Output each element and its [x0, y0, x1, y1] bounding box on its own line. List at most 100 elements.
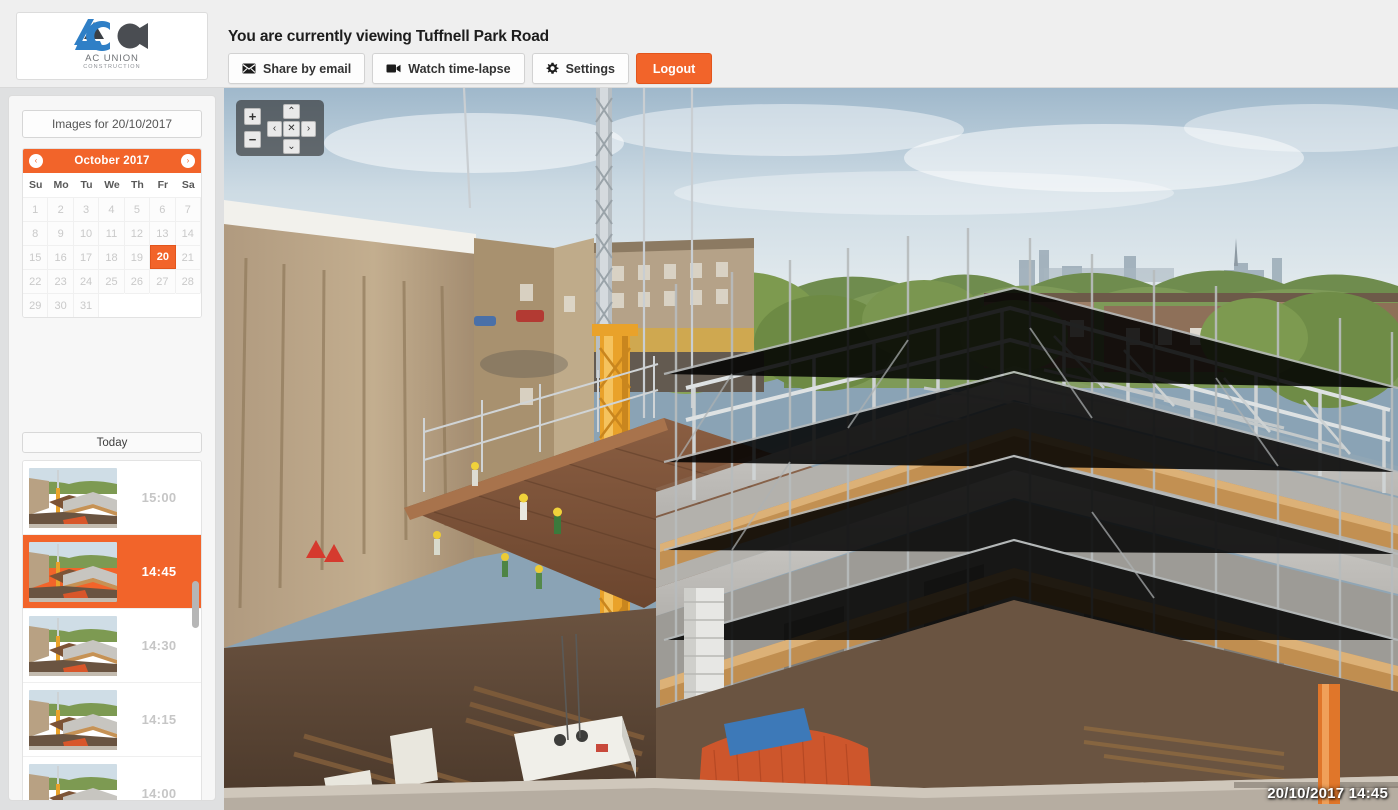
calendar-empty-cell [175, 293, 201, 317]
calendar-dow-fr: Fr [157, 179, 169, 191]
calendar-prev-month-button[interactable]: ‹ [29, 154, 43, 168]
thumbnail-time-label: 14:45 [141, 564, 177, 579]
logo-box: AC UNION CONSTRUCTION [16, 12, 208, 80]
calendar-empty-cell [99, 293, 125, 317]
today-button[interactable]: Today [22, 432, 202, 453]
calendar-day-16[interactable]: 16 [48, 245, 74, 269]
calendar-day-7[interactable]: 7 [175, 197, 201, 221]
calendar-day-17[interactable]: 17 [73, 245, 100, 269]
thumbnail-time-label: 14:00 [141, 786, 177, 801]
thumbnail-list[interactable]: 15:00 14:45 14:30 14:15 14:00 [22, 460, 202, 801]
calendar-day-6[interactable]: 6 [150, 197, 176, 221]
thumbnail-item[interactable]: 14:15 [23, 683, 201, 757]
pan-right-button[interactable]: › [301, 121, 316, 137]
calendar-day-24[interactable]: 24 [73, 269, 100, 293]
calendar-day-10[interactable]: 10 [73, 221, 100, 245]
calendar-next-month-button[interactable]: › [181, 154, 195, 168]
share-by-email-button[interactable]: Share by email [228, 53, 366, 84]
gear-icon [546, 62, 559, 75]
pan-zoom-control[interactable]: + − ⌃ ‹ ✕ › ⌄ [236, 100, 324, 156]
calendar-month-title: October 2017 [74, 155, 150, 167]
app-root: AC UNION CONSTRUCTION You are currently … [0, 0, 1398, 810]
thumbnail-time-label: 14:15 [141, 712, 177, 727]
calendar-day-5[interactable]: 5 [124, 197, 151, 221]
calendar-day-30[interactable]: 30 [48, 293, 74, 317]
calendar-day-19[interactable]: 19 [124, 245, 151, 269]
calendar-day-26[interactable]: 26 [124, 269, 151, 293]
calendar-day-11[interactable]: 11 [99, 221, 125, 245]
pan-left-button[interactable]: ‹ [267, 121, 282, 137]
settings-button[interactable]: Settings [531, 53, 629, 84]
thumbnail-preview-image [29, 615, 117, 676]
pan-reset-button[interactable]: ✕ [283, 121, 300, 137]
calendar-dow-sa: Sa [181, 179, 195, 191]
calendar-dow-th: Th [131, 179, 144, 191]
image-timestamp-overlay: 20/10/2017 14:45 [1267, 785, 1388, 802]
calendar-day-31[interactable]: 31 [73, 293, 100, 317]
calendar-day-headers: Su Mo Tu We Th Fr Sa [23, 173, 201, 197]
pan-down-button[interactable]: ⌄ [283, 139, 300, 154]
calendar-dow-tu: Tu [80, 179, 93, 191]
calendar-dow-we: We [104, 179, 120, 191]
calendar-day-3[interactable]: 3 [73, 197, 100, 221]
zoom-out-button[interactable]: − [244, 131, 261, 148]
watch-time-lapse-button[interactable]: Watch time-lapse [372, 53, 525, 84]
app-header: AC UNION CONSTRUCTION You are currently … [0, 0, 1398, 88]
watch-time-lapse-label: Watch time-lapse [408, 61, 511, 76]
calendar-day-4[interactable]: 4 [99, 197, 125, 221]
calendar-day-2[interactable]: 2 [48, 197, 74, 221]
calendar-widget: ‹ October 2017 › Su Mo Tu We Th Fr Sa 12345678… [22, 148, 202, 318]
calendar-day-28[interactable]: 28 [175, 269, 201, 293]
logout-label: Logout [652, 61, 696, 76]
calendar-day-15[interactable]: 15 [23, 245, 49, 269]
thumbnail-preview-image [29, 689, 117, 750]
calendar-day-25[interactable]: 25 [99, 269, 125, 293]
calendar-day-18[interactable]: 18 [99, 245, 125, 269]
thumbnail-preview-image [29, 541, 117, 602]
calendar-day-9[interactable]: 9 [48, 221, 74, 245]
thumbnail-item[interactable]: 14:00 [23, 757, 201, 801]
header-toolbar: Share by email Watch time-lapse Settings… [228, 53, 713, 84]
thumbnail-preview-image [29, 763, 117, 800]
video-camera-icon [386, 63, 401, 74]
page-title: You are currently viewing Tuffnell Park … [228, 28, 549, 45]
calendar-empty-cell [150, 293, 176, 317]
logout-button[interactable]: Logout [635, 53, 713, 84]
thumbnail-item[interactable]: 14:30 [23, 609, 201, 683]
thumbnail-time-label: 14:30 [141, 638, 177, 653]
images-for-date-label: Images for 20/10/2017 [22, 110, 202, 138]
calendar-dow-mo: Mo [53, 179, 69, 191]
calendar-day-1[interactable]: 1 [23, 197, 49, 221]
pan-up-button[interactable]: ⌃ [283, 104, 300, 119]
zoom-in-button[interactable]: + [244, 108, 261, 125]
calendar-day-23[interactable]: 23 [48, 269, 74, 293]
calendar-day-21[interactable]: 21 [175, 245, 201, 269]
share-by-email-label: Share by email [263, 61, 352, 76]
calendar-day-27[interactable]: 27 [150, 269, 176, 293]
ac-union-construction-logo: AC UNION CONSTRUCTION [56, 17, 168, 75]
calendar-day-grid: 1 2 3 4 5 6 7 8 9 10 11 12 13 14 15 16 17 18 19 20 21 22 23 24 2… [23, 197, 201, 317]
thumbnail-item[interactable]: 14:45 [23, 535, 201, 609]
calendar-header: ‹ October 2017 › [23, 149, 201, 173]
scrollbar-thumb[interactable] [192, 581, 199, 628]
calendar-day-12[interactable]: 12 [124, 221, 151, 245]
settings-label: Settings [565, 61, 615, 76]
thumbnail-time-label: 15:00 [141, 490, 177, 505]
calendar-day-13[interactable]: 13 [150, 221, 176, 245]
calendar-day-14[interactable]: 14 [175, 221, 201, 245]
calendar-day-29[interactable]: 29 [23, 293, 49, 317]
thumbnail-scrollbar[interactable] [191, 461, 200, 800]
construction-site-photo [224, 88, 1398, 810]
calendar-empty-cell [124, 293, 151, 317]
calendar-dow-su: Su [29, 179, 43, 191]
thumbnail-preview-image [29, 467, 117, 528]
calendar-day-8[interactable]: 8 [23, 221, 49, 245]
calendar-day-22[interactable]: 22 [23, 269, 49, 293]
calendar-day-20[interactable]: 20 [150, 245, 176, 269]
thumbnail-item[interactable]: 15:00 [23, 461, 201, 535]
image-viewer[interactable]: + − ⌃ ‹ ✕ › ⌄ 20/10/2017 14:45 [224, 88, 1398, 810]
logo-name: AC UNION [85, 53, 139, 64]
envelope-icon [242, 63, 256, 74]
logo-subtitle: CONSTRUCTION [83, 64, 141, 70]
logo-mark-icon [74, 19, 148, 51]
